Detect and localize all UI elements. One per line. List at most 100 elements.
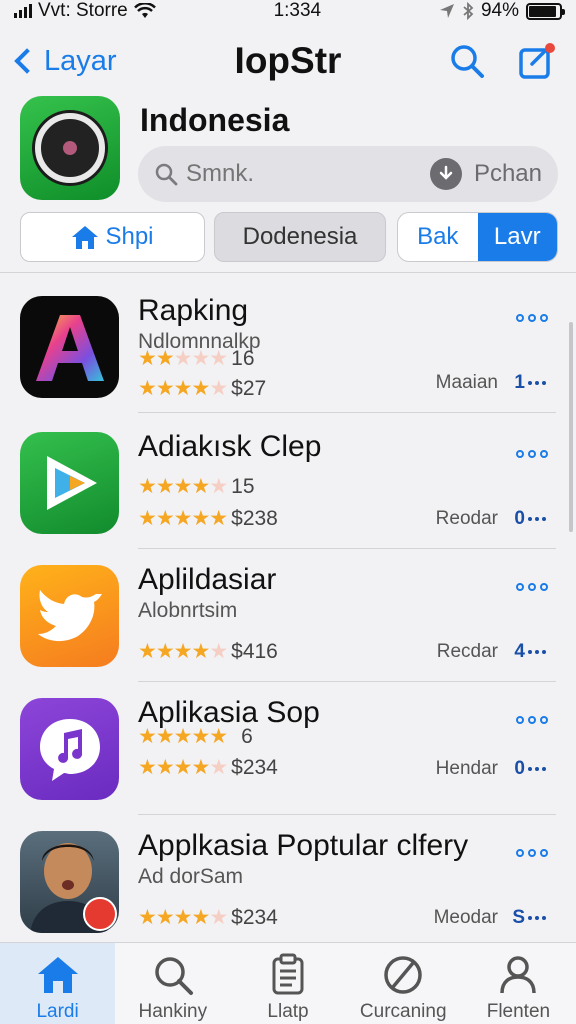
category-label: Hendar <box>435 758 498 779</box>
scrollbar[interactable] <box>569 322 573 532</box>
rating-count: 6 <box>241 724 253 748</box>
list-item[interactable]: Rapking Ndlomnnalkp ★★★★★ 16 ★★★★★ $27 M… <box>0 280 576 413</box>
more-icon[interactable] <box>516 849 548 857</box>
more-icon[interactable] <box>516 450 548 458</box>
list-item[interactable]: Adiakısk Clep ★★★★★ 15 ★★★★★ $238 Reodar… <box>0 416 576 549</box>
bluetooth-icon <box>463 2 474 20</box>
app-subtitle: Ad dorSam <box>138 865 244 888</box>
app-name: Rapking <box>138 294 249 327</box>
app-icon-bird <box>20 565 119 667</box>
star-rating-icon: ★★★★★ <box>138 640 228 663</box>
segment-option-right[interactable]: Lavr <box>477 213 557 261</box>
app-name: Adiakısk Clep <box>138 430 322 463</box>
search-bar[interactable]: Pchan <box>138 146 558 202</box>
region-title: Indonesia <box>140 102 290 138</box>
tab-label: Hankiny <box>138 1001 208 1022</box>
carrier-label: Vvt: Storre <box>38 0 128 21</box>
battery-percent: 94% <box>480 0 519 21</box>
segment-home[interactable]: Shpi <box>20 212 205 262</box>
app-icon-music <box>20 698 119 800</box>
category-label: Reodar <box>435 508 498 529</box>
wifi-icon <box>133 3 156 18</box>
filter-segments: Shpi Dodenesia Bak Lavr <box>20 212 558 262</box>
divider <box>0 272 576 273</box>
battery-icon <box>525 2 565 20</box>
tab-label: Llatp <box>267 1001 309 1022</box>
search-action-button[interactable]: Pchan <box>474 160 542 188</box>
store-app-icon <box>20 96 120 200</box>
rank-indicator: 4 <box>514 641 546 663</box>
app-name: Applkasia Poptular clfery <box>138 829 469 862</box>
rank-number: 1 <box>514 372 525 393</box>
rank-indicator: 0 <box>514 758 546 780</box>
list-item[interactable]: Applkasia Poptular clfery Ad dorSam ★★★★… <box>0 815 576 948</box>
rating-line: ★★★★★ $238 <box>138 506 278 531</box>
rating-line: ★★★★★ $234 <box>138 905 278 930</box>
divider <box>138 412 556 413</box>
tab-hankiny[interactable]: Hankiny <box>115 943 230 1024</box>
tab-label: Lardi <box>36 1001 79 1022</box>
category-label: Recdar <box>436 641 498 662</box>
chevron-left-icon <box>14 48 40 74</box>
rank-indicator: 0 <box>514 508 546 530</box>
tab-curcaning[interactable]: Curcaning <box>346 943 461 1024</box>
price-label: $234 <box>231 905 278 929</box>
back-button[interactable]: Layar <box>12 45 117 78</box>
more-icon[interactable] <box>516 314 548 322</box>
segment-toggle: Bak Lavr <box>397 212 558 262</box>
no-symbol-icon <box>384 956 422 994</box>
rank-number: 0 <box>514 758 525 779</box>
app-icon-play <box>20 432 119 534</box>
tab-bar: Lardi Hankiny Llatp Curcaning Flenten <box>0 942 576 1024</box>
rank-number: 0 <box>514 508 525 529</box>
search-icon <box>155 957 193 995</box>
location-arrow-icon <box>439 4 454 18</box>
status-bar: Vvt: Storre 1:334 94% <box>0 0 576 22</box>
rating-line: ★★★★★ 16 <box>138 346 255 371</box>
tab-llatp[interactable]: Llatp <box>230 943 345 1024</box>
download-icon[interactable] <box>429 158 462 190</box>
tab-lardi[interactable]: Lardi <box>0 943 116 1024</box>
search-input[interactable] <box>186 160 426 188</box>
tab-label: Curcaning <box>359 1001 447 1022</box>
app-icon-a <box>20 296 119 398</box>
price-label: $416 <box>231 639 278 663</box>
segment-home-label: Shpi <box>105 223 154 250</box>
more-icon[interactable] <box>516 716 548 724</box>
rating-line: ★★★★★ 15 <box>138 474 255 499</box>
rating-count: 15 <box>231 474 255 498</box>
compose-icon[interactable] <box>518 42 556 80</box>
rating-line: ★★★★★ $416 <box>138 639 278 664</box>
clock: 1:334 <box>273 0 322 21</box>
star-rating-icon: ★★★★★ <box>138 347 228 370</box>
rating-count: 16 <box>231 346 255 370</box>
search-icon[interactable] <box>448 42 486 80</box>
star-rating-icon: ★★★★★ <box>138 475 228 498</box>
signal-icon <box>14 4 32 18</box>
star-rating-icon: ★★★★★ <box>138 906 228 929</box>
navigation-bar: Layar IopStr <box>0 38 576 84</box>
star-rating-icon: ★★★★★ <box>138 725 228 748</box>
app-icon-person-photo <box>20 831 119 933</box>
store-header: Indonesia Pchan <box>20 96 560 206</box>
segment-option-left[interactable]: Bak <box>398 213 478 261</box>
app-name: Aplildasiar <box>138 563 277 596</box>
rank-number: 4 <box>514 641 525 662</box>
rank-number: S <box>512 907 525 928</box>
clipboard-icon <box>272 953 304 995</box>
rank-indicator: S <box>512 907 546 929</box>
price-label: $234 <box>231 755 278 779</box>
more-icon[interactable] <box>516 583 548 591</box>
app-subtitle: Alobnrtsim <box>138 599 238 622</box>
tab-label: Flenten <box>486 1001 551 1022</box>
house-icon <box>72 226 99 249</box>
category-label: Maaian <box>435 372 498 393</box>
person-icon <box>500 956 537 994</box>
list-item[interactable]: Aplikasia Sop ★★★★★ 6 ★★★★★ $234 Hendar … <box>0 682 576 815</box>
star-rating-icon: ★★★★★ <box>138 507 228 530</box>
rank-indicator: 1 <box>514 372 546 394</box>
segment-middle[interactable]: Dodenesia <box>214 212 386 262</box>
category-label: Meodar <box>433 907 498 928</box>
list-item[interactable]: Aplildasiar Alobnrtsim ★★★★★ $416 Recdar… <box>0 549 576 682</box>
tab-flenten[interactable]: Flenten <box>461 943 576 1024</box>
